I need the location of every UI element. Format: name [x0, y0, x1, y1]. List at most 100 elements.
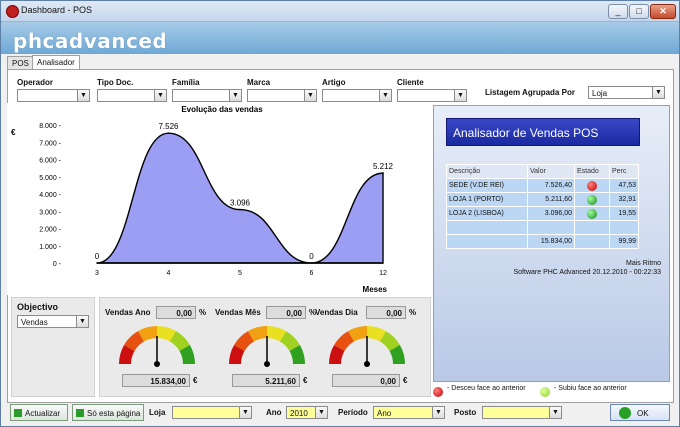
gauge-value: 15.834,00: [122, 374, 190, 387]
chevron-down-icon[interactable]: ▼: [154, 90, 166, 101]
x-tick-label: 5: [238, 270, 242, 277]
table-total-row: 15.834,00 99,99: [446, 234, 639, 249]
chevron-down-icon[interactable]: ▼: [76, 316, 88, 327]
legend-down-icon: [433, 387, 443, 397]
chevron-down-icon[interactable]: ▼: [454, 90, 466, 101]
chevron-down-icon[interactable]: ▼: [304, 90, 316, 101]
gauge-arc: [348, 326, 368, 342]
y-tick-label: 7.000 -: [39, 140, 61, 147]
tipo-doc-select[interactable]: ▼: [97, 89, 167, 102]
footer-company: Mais Ritmo: [625, 260, 661, 267]
sales-chart: Evolução das vendas € Meses 0 - 1.000 - 2.000…: [7, 103, 427, 295]
familia-select[interactable]: ▼: [172, 89, 242, 102]
table-header-row: Descrição Valor Estado Perc: [446, 164, 639, 179]
chevron-down-icon[interactable]: ▼: [652, 87, 664, 98]
loja-label: Loja: [149, 408, 166, 417]
y-tick-label: 3.000 -: [39, 209, 61, 216]
gauge-arc: [389, 345, 405, 365]
gauge-percent: 0,00: [266, 306, 306, 319]
ano-label: Ano: [266, 408, 282, 417]
marca-label: Marca: [247, 78, 271, 87]
chevron-down-icon[interactable]: ▼: [379, 90, 391, 101]
listagem-label: Listagem Agrupada Por: [485, 88, 575, 97]
maximize-button[interactable]: □: [629, 4, 649, 19]
footer-software: Software PHC Advanced 20.12.2010 - 00:22…: [513, 269, 662, 276]
gauge-label: Vendas Dia: [315, 308, 358, 317]
chevron-down-icon[interactable]: ▼: [432, 407, 444, 418]
data-point: [239, 208, 241, 211]
close-button[interactable]: ✕: [650, 4, 676, 19]
app-window: Dashboard - POS _ □ ✕ phcadvanced POS An…: [0, 0, 680, 427]
data-point: [167, 132, 170, 134]
y-axis-label: €: [11, 128, 16, 137]
y-tick-label: 5.000 -: [39, 175, 61, 182]
status-up-icon: [587, 208, 597, 219]
row-descricao: SEDE (V.DE REI): [446, 178, 528, 193]
operador-label: Operador: [17, 78, 54, 87]
objective-select[interactable]: Vendas ▼: [17, 315, 89, 328]
y-tick-label: 2.000 -: [39, 227, 61, 234]
minimize-button[interactable]: _: [608, 4, 628, 19]
cliente-select[interactable]: ▼: [397, 89, 467, 102]
chevron-down-icon[interactable]: ▼: [239, 407, 251, 418]
y-tick-label: 6.000 -: [39, 158, 61, 165]
total-perc: 99,99: [609, 234, 639, 249]
posto-select[interactable]: ▼: [482, 406, 562, 419]
data-label: 5.212: [373, 162, 394, 171]
gauge-dial: [229, 326, 305, 367]
artigo-label: Artigo: [322, 78, 346, 87]
chart-title: Evolução das vendas: [181, 105, 263, 114]
chevron-down-icon[interactable]: ▼: [315, 407, 327, 418]
page-icon: [76, 409, 84, 417]
ano-select[interactable]: 2010 ▼: [286, 406, 328, 419]
x-tick-label: 4: [167, 270, 171, 277]
status-up-icon: [587, 194, 597, 205]
gauge-arc: [156, 326, 176, 342]
cliente-label: Cliente: [397, 78, 424, 87]
listagem-select[interactable]: Loja ▼: [588, 86, 665, 99]
x-axis-label: Meses: [363, 285, 388, 294]
gauge-arc: [334, 331, 355, 352]
tipo-doc-label: Tipo Doc.: [97, 78, 134, 87]
loja-select[interactable]: ▼: [172, 406, 252, 419]
objective-label: Objectivo: [17, 302, 59, 312]
gauge-value: 5.211,60: [232, 374, 300, 387]
chevron-down-icon[interactable]: ▼: [77, 90, 89, 101]
gauge-arc: [289, 345, 305, 365]
x-tick-label: 6: [310, 270, 314, 277]
tab-pos[interactable]: POS: [7, 56, 34, 70]
legend-up-text: - Subiu face ao anterior: [554, 385, 627, 392]
sales-table: Descrição Valor Estado Perc SEDE (V.DE R…: [446, 164, 639, 249]
chevron-down-icon[interactable]: ▼: [549, 407, 561, 418]
col-estado: Estado: [574, 164, 610, 179]
gauge-arc: [248, 326, 268, 342]
gauge-hub: [154, 361, 160, 367]
data-label: 0: [95, 252, 100, 261]
this-page-button[interactable]: Só esta página: [72, 404, 144, 421]
gauge-dial: [119, 326, 195, 367]
ok-button[interactable]: OK: [610, 404, 670, 421]
row-perc: 19,55: [609, 206, 639, 221]
posto-label: Posto: [454, 408, 477, 417]
col-perc: Perc: [609, 164, 639, 179]
operador-select[interactable]: ▼: [17, 89, 90, 102]
gauge-hub: [364, 361, 370, 367]
chevron-down-icon[interactable]: ▼: [229, 90, 241, 101]
table-row[interactable]: LOJA 2 (LISBOA) 3.096,00 19,55: [446, 206, 639, 221]
gauge-arc: [124, 331, 145, 352]
marca-select[interactable]: ▼: [247, 89, 317, 102]
table-row[interactable]: LOJA 1 (PORTO) 5.211,60 32,91: [446, 192, 639, 207]
tab-analisador[interactable]: Analisador: [32, 55, 80, 70]
row-descricao: LOJA 1 (PORTO): [446, 192, 528, 207]
row-valor: 5.211,60: [527, 192, 575, 207]
table-row[interactable]: SEDE (V.DE REI) 7.526,40 47,53: [446, 178, 639, 193]
periodo-select[interactable]: Ano ▼: [373, 406, 445, 419]
data-point: [382, 172, 384, 174]
artigo-select[interactable]: ▼: [322, 89, 392, 102]
row-valor: 3.096,00: [527, 206, 575, 221]
title-bar: Dashboard - POS _ □ ✕: [1, 1, 679, 22]
window-title: Dashboard - POS: [21, 5, 93, 15]
row-valor: 7.526,40: [527, 178, 575, 193]
x-tick-label: 12: [379, 270, 387, 277]
refresh-button[interactable]: Actualizar: [10, 404, 68, 421]
